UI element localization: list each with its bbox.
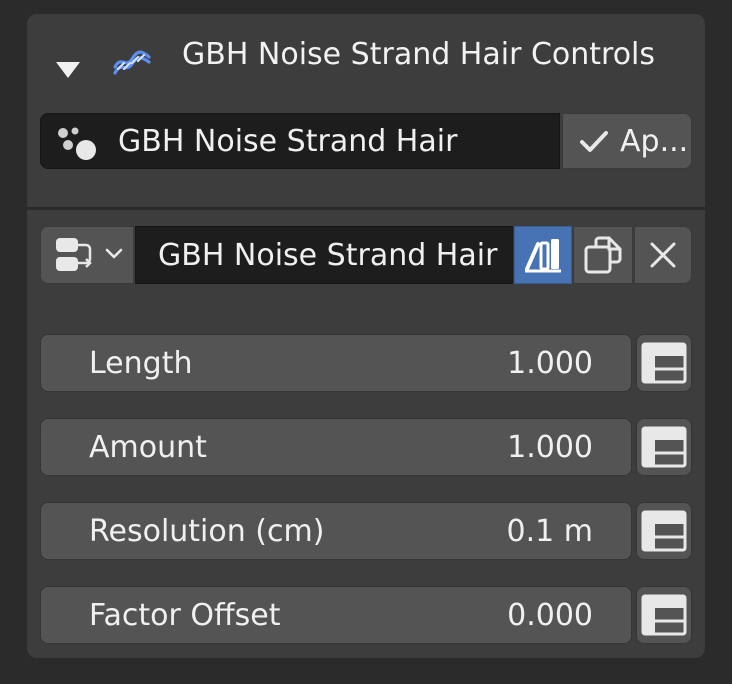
hair-curves-icon bbox=[113, 50, 151, 75]
modifier-name: GBH Noise Strand Hair bbox=[118, 124, 458, 159]
property-row-resolution: Resolution (cm) 0.1 m bbox=[40, 502, 692, 560]
property-value: 1.000 bbox=[507, 430, 593, 465]
node-tree-icon bbox=[56, 238, 92, 271]
node-group-selector: GBH Noise Strand Hair bbox=[40, 226, 692, 284]
amount-field[interactable]: Amount 1.000 bbox=[40, 418, 632, 476]
duplicate-icon bbox=[584, 236, 622, 274]
attribute-toggle-button[interactable] bbox=[636, 586, 692, 644]
panel-title: GBH Noise Strand Hair Controls bbox=[182, 37, 656, 72]
property-row-factor-offset: Factor Offset 0.000 bbox=[40, 586, 692, 644]
particles-icon bbox=[58, 127, 96, 160]
panel-header[interactable]: GBH Noise Strand Hair Controls bbox=[27, 14, 705, 102]
modifier-panel: GBH Noise Strand Hair Controls GBH Noise… bbox=[27, 14, 705, 658]
section-divider bbox=[27, 207, 705, 210]
modifier-row: GBH Noise Strand Hair Ap... bbox=[40, 110, 692, 170]
property-value: 0.000 bbox=[507, 598, 593, 633]
attribute-toggle-button[interactable] bbox=[636, 502, 692, 560]
spreadsheet-icon bbox=[641, 594, 687, 636]
property-value: 1.000 bbox=[507, 346, 593, 381]
apply-button[interactable]: Ap... bbox=[562, 113, 692, 169]
property-value: 0.1 m bbox=[506, 514, 593, 549]
x-icon bbox=[650, 242, 676, 268]
duplicate-button[interactable] bbox=[573, 226, 633, 284]
modifier-name-field[interactable]: GBH Noise Strand Hair bbox=[40, 113, 560, 169]
fake-user-button[interactable] bbox=[514, 226, 572, 284]
apply-label: Ap... bbox=[620, 124, 689, 159]
node-group-name: GBH Noise Strand Hair bbox=[158, 238, 498, 273]
property-row-length: Length 1.000 bbox=[40, 334, 692, 392]
spreadsheet-icon bbox=[641, 426, 687, 468]
spreadsheet-icon bbox=[641, 510, 687, 552]
checkmark-icon bbox=[580, 131, 608, 152]
chevron-down-icon bbox=[105, 248, 123, 259]
fake-user-icon bbox=[525, 239, 561, 273]
length-field[interactable]: Length 1.000 bbox=[40, 334, 632, 392]
attribute-toggle-button[interactable] bbox=[636, 334, 692, 392]
property-label: Amount bbox=[89, 430, 207, 465]
property-row-amount: Amount 1.000 bbox=[40, 418, 692, 476]
unlink-button[interactable] bbox=[634, 226, 692, 284]
property-label: Factor Offset bbox=[89, 598, 281, 633]
attribute-toggle-button[interactable] bbox=[636, 418, 692, 476]
triangle-down-icon[interactable] bbox=[56, 62, 80, 78]
spreadsheet-icon bbox=[641, 342, 687, 384]
node-tree-browse-button[interactable] bbox=[40, 226, 134, 284]
property-label: Resolution (cm) bbox=[89, 514, 325, 549]
node-group-name-field[interactable]: GBH Noise Strand Hair bbox=[135, 226, 513, 284]
resolution-field[interactable]: Resolution (cm) 0.1 m bbox=[40, 502, 632, 560]
factor-offset-field[interactable]: Factor Offset 0.000 bbox=[40, 586, 632, 644]
property-label: Length bbox=[89, 346, 193, 381]
